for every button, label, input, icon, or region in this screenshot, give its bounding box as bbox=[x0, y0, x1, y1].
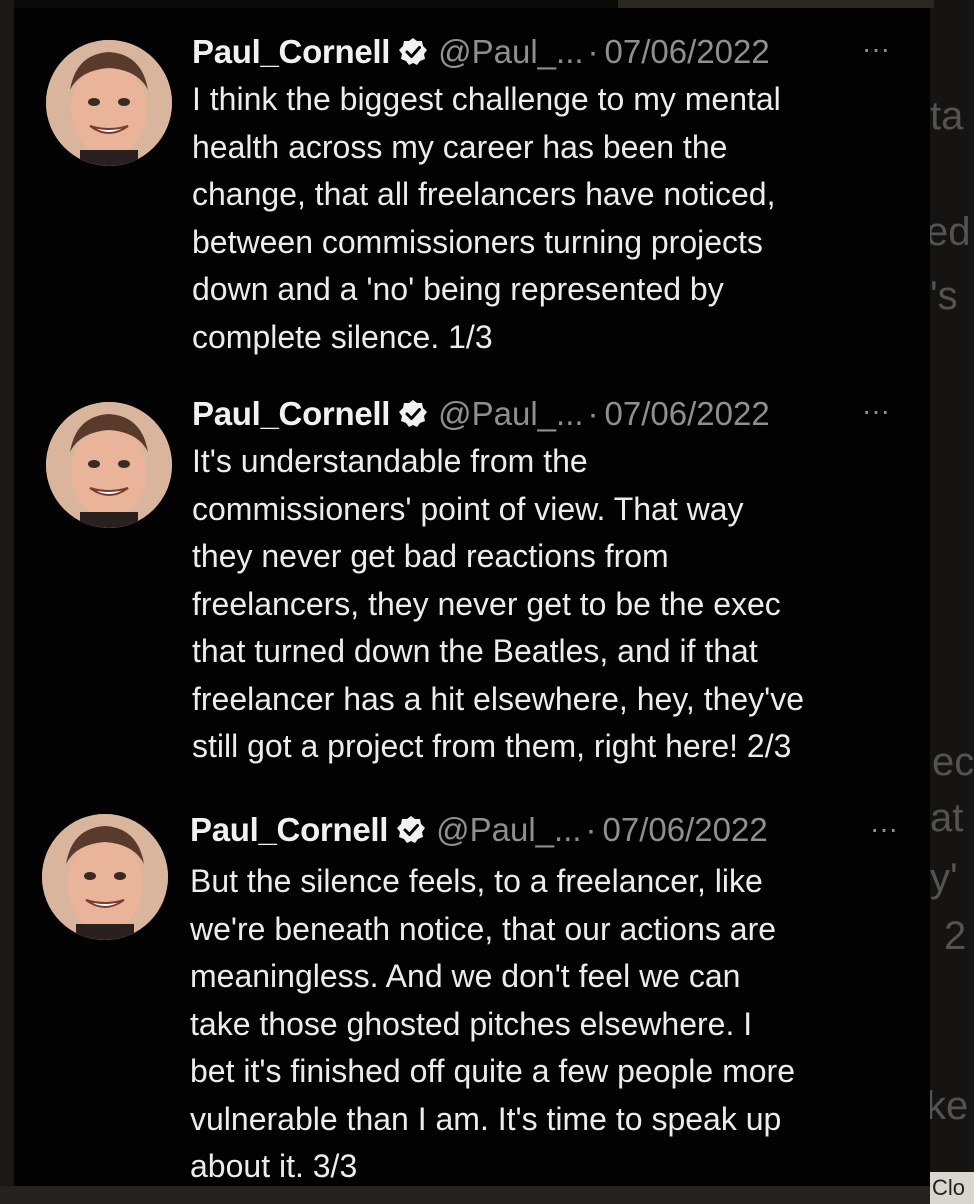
background-left-edge bbox=[0, 0, 14, 1204]
handle[interactable]: @Paul_... bbox=[436, 811, 581, 849]
display-name[interactable]: Paul_Cornell bbox=[192, 33, 390, 71]
tweet-header: Paul_Cornell @Paul_... · 07/06/2022 bbox=[192, 28, 770, 76]
more-options-icon[interactable]: ··· bbox=[854, 32, 898, 72]
close-button[interactable]: Clo bbox=[930, 1172, 974, 1204]
tweet-text: I think the biggest challenge to my ment… bbox=[192, 81, 781, 355]
tweet-date[interactable]: 07/06/2022 bbox=[603, 811, 768, 849]
display-name[interactable]: Paul_Cornell bbox=[190, 811, 388, 849]
profile-photo-icon bbox=[42, 814, 168, 940]
separator-dot: · bbox=[585, 811, 597, 848]
background-text-fragment: 's bbox=[930, 274, 958, 318]
background-text-fragment: ke bbox=[926, 1084, 969, 1128]
separator-dot: · bbox=[587, 33, 599, 70]
background-text-fragment: 2 bbox=[944, 914, 967, 958]
background-text-fragment: y' bbox=[930, 856, 958, 900]
tweet-2[interactable]: Paul_Cornell @Paul_... · 07/06/2022 ··· … bbox=[14, 390, 930, 800]
profile-photo-icon bbox=[46, 40, 172, 166]
handle[interactable]: @Paul_... bbox=[438, 33, 583, 71]
background-text-fragment: at bbox=[930, 796, 964, 840]
tweet-date[interactable]: 07/06/2022 bbox=[605, 395, 770, 433]
tweet-1[interactable]: Paul_Cornell @Paul_... · 07/06/2022 ··· … bbox=[14, 28, 930, 378]
background-text-fragment: ed, bbox=[926, 210, 974, 254]
handle[interactable]: @Paul_... bbox=[438, 395, 583, 433]
display-name[interactable]: Paul_Cornell bbox=[192, 395, 390, 433]
tweet-header: Paul_Cornell @Paul_... · 07/06/2022 bbox=[192, 390, 770, 438]
more-options-icon[interactable]: ··· bbox=[854, 394, 898, 434]
more-options-icon[interactable]: ··· bbox=[862, 812, 906, 852]
background-text-fragment: ta bbox=[930, 94, 964, 138]
tweet-header: Paul_Cornell @Paul_... · 07/06/2022 bbox=[190, 806, 768, 854]
background-top-edge bbox=[618, 0, 934, 8]
tweet-text: It's understandable from the commissione… bbox=[192, 443, 805, 764]
verified-badge-icon bbox=[398, 399, 428, 429]
tweet-text: But the silence feels, to a freelancer, … bbox=[190, 863, 795, 1184]
avatar[interactable] bbox=[42, 814, 168, 940]
profile-photo-icon bbox=[46, 402, 172, 528]
verified-badge-icon bbox=[396, 815, 426, 845]
background-text-fragment: ec bbox=[932, 740, 974, 784]
background-right-edge bbox=[930, 0, 974, 1204]
tweet-date[interactable]: 07/06/2022 bbox=[605, 33, 770, 71]
avatar[interactable] bbox=[46, 402, 172, 528]
avatar[interactable] bbox=[46, 40, 172, 166]
tweet-3[interactable]: Paul_Cornell @Paul_... · 07/06/2022 ··· … bbox=[14, 806, 930, 1186]
tweet-thread-panel: Paul_Cornell @Paul_... · 07/06/2022 ··· … bbox=[14, 8, 930, 1186]
separator-dot: · bbox=[587, 395, 599, 432]
verified-badge-icon bbox=[398, 37, 428, 67]
